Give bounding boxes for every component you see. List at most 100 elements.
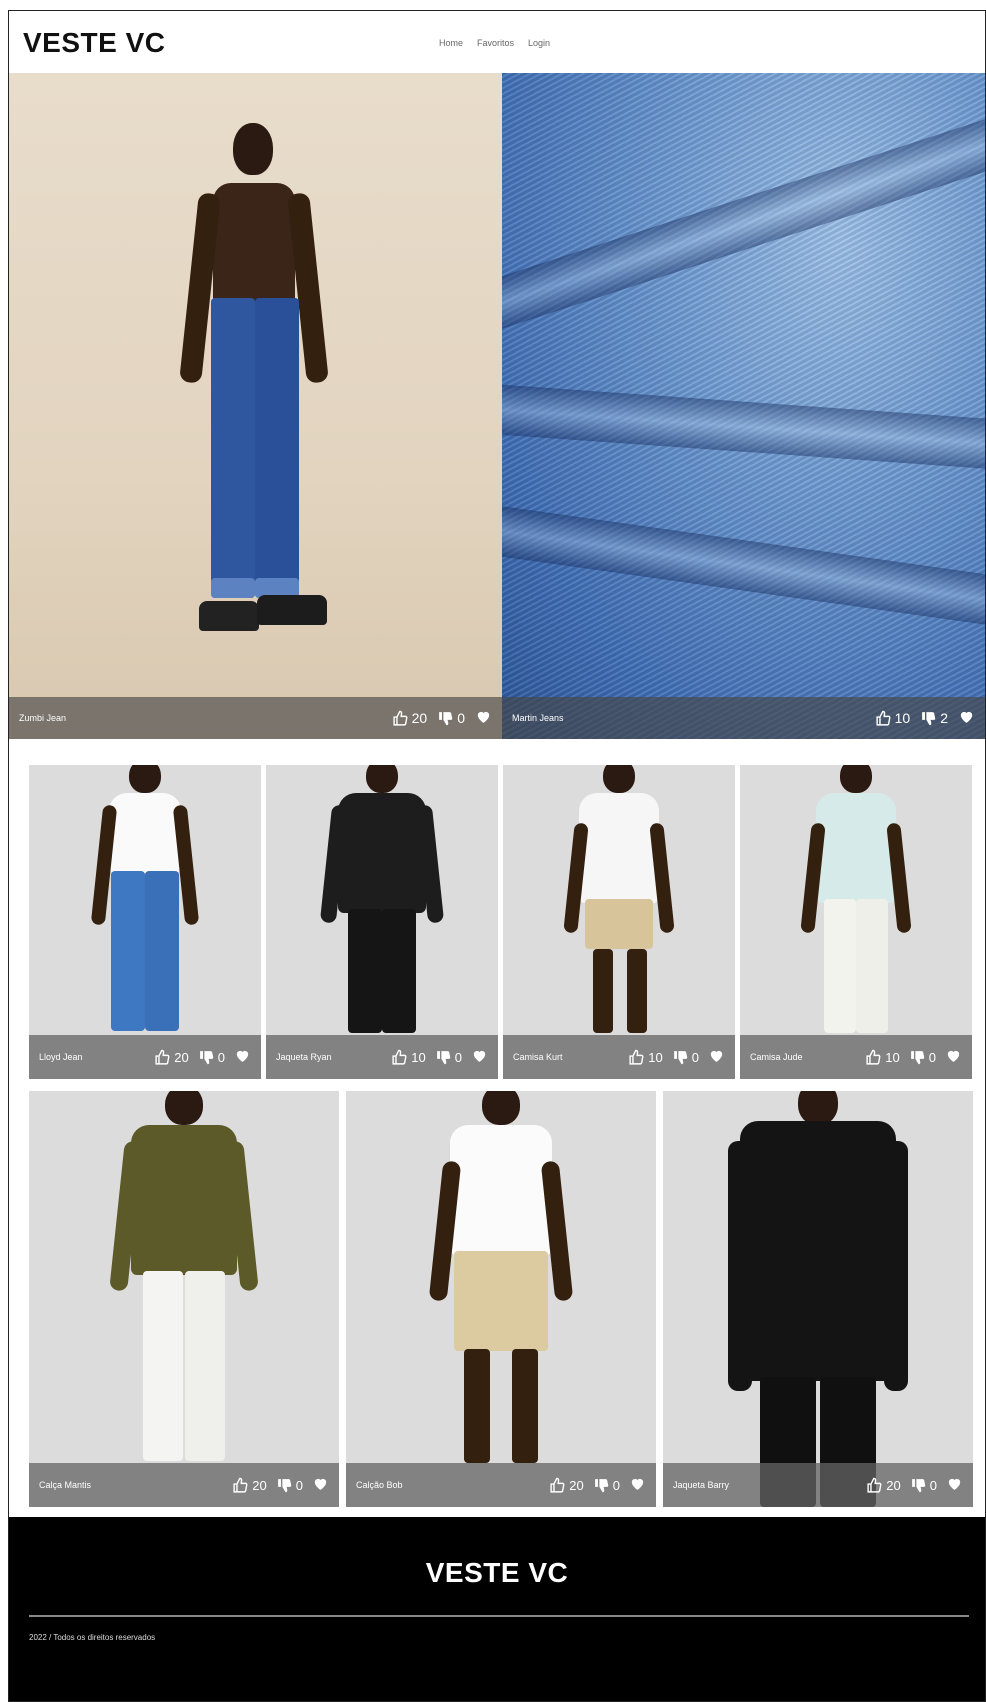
like-count: 20 (411, 710, 428, 726)
product-grid: Lloyd Jean 20 0 Jaqueta Ryan 10 0 Camisa… (9, 739, 985, 1517)
product-caption: Jaqueta Ryan 10 0 (266, 1035, 498, 1079)
nav-home[interactable]: Home (439, 38, 463, 48)
header: VESTE VC Home Favoritos Login (9, 11, 985, 73)
nav-login[interactable]: Login (528, 38, 550, 48)
model-photo (319, 765, 445, 1055)
model-photo (109, 1091, 259, 1481)
hero-caption: Martin Jeans 10 2 (501, 697, 985, 739)
model-photo (90, 765, 200, 1055)
like-count: 10 (648, 1049, 663, 1065)
footer-brand: VESTE VC (425, 1557, 569, 1588)
favorite-button[interactable] (946, 1475, 963, 1495)
favorite-button[interactable] (945, 1047, 962, 1067)
model-photo (428, 1091, 574, 1481)
thumbs-up-icon (393, 710, 408, 726)
product-card-jaqueta-ryan[interactable]: Jaqueta Ryan 10 0 (266, 765, 498, 1079)
thumbs-down-icon (910, 1050, 925, 1064)
product-name: Camisa Jude (750, 1052, 803, 1062)
product-name: Martin Jeans (511, 713, 564, 723)
heart-icon (473, 1050, 486, 1062)
favorite-button[interactable] (629, 1475, 646, 1495)
product-name: Camisa Kurt (513, 1052, 563, 1062)
product-card-calca-mantis[interactable]: Calça Mantis 20 0 (29, 1091, 339, 1507)
like-button[interactable]: 10 (865, 1049, 900, 1066)
like-count: 10 (894, 710, 911, 726)
copyright-text: 2022 / Todos os direitos reservados (29, 1633, 156, 1642)
product-name: Calção Bob (356, 1480, 403, 1490)
dislike-button[interactable]: 0 (437, 710, 465, 727)
thumbs-up-icon (866, 1049, 881, 1065)
model-photo (800, 765, 912, 1055)
thumbs-up-icon (392, 1049, 407, 1065)
like-button[interactable]: 10 (875, 710, 911, 727)
footer: VESTE VC 2022 / Todos os direitos reserv… (9, 1517, 985, 1701)
favorite-button[interactable] (958, 708, 975, 728)
favorite-button[interactable] (708, 1047, 725, 1067)
dislike-button[interactable]: 0 (435, 1049, 462, 1066)
dislike-count: 2 (940, 710, 948, 726)
dislike-button[interactable]: 0 (276, 1477, 303, 1494)
like-count: 20 (174, 1049, 189, 1065)
dislike-count: 0 (928, 1049, 936, 1065)
thumbs-down-icon (594, 1478, 609, 1492)
heart-icon (948, 1478, 961, 1490)
model-photo (728, 1091, 908, 1507)
dislike-button[interactable]: 0 (672, 1049, 699, 1066)
product-name: Lloyd Jean (39, 1052, 83, 1062)
heart-icon (631, 1478, 644, 1490)
product-caption: Jaqueta Barry 20 0 (663, 1463, 973, 1507)
product-card-camisa-kurt[interactable]: Camisa Kurt 10 0 (503, 765, 735, 1079)
heart-icon (236, 1050, 249, 1062)
model-photo (175, 123, 335, 683)
thumbs-up-icon (867, 1477, 882, 1493)
like-button[interactable]: 10 (391, 1049, 426, 1066)
product-name: Jaqueta Ryan (276, 1052, 332, 1062)
thumbs-up-icon (550, 1477, 565, 1493)
like-button[interactable]: 10 (628, 1049, 663, 1066)
footer-divider (29, 1615, 969, 1617)
dislike-count: 0 (295, 1477, 303, 1493)
favorite-button[interactable] (234, 1047, 251, 1067)
thumbs-up-icon (155, 1049, 170, 1065)
product-card-calcao-bob[interactable]: Calção Bob 20 0 (346, 1091, 656, 1507)
like-count: 10 (411, 1049, 426, 1065)
thumbs-up-icon (876, 710, 891, 726)
favorite-button[interactable] (475, 708, 492, 728)
product-card-camisa-jude[interactable]: Camisa Jude 10 0 (740, 765, 972, 1079)
main-nav: Home Favoritos Login (439, 38, 550, 48)
dislike-count: 0 (612, 1477, 620, 1493)
like-button[interactable]: 20 (866, 1477, 901, 1494)
product-name: Zumbi Jean (19, 713, 67, 723)
page: VESTE VC Home Favoritos Login Zumbi Jean… (8, 10, 986, 1702)
product-caption: Calção Bob 20 0 (346, 1463, 656, 1507)
product-caption: Camisa Jude 10 0 (740, 1035, 972, 1079)
thumbs-down-icon (922, 711, 936, 725)
dislike-button[interactable]: 0 (198, 1049, 225, 1066)
favorite-button[interactable] (471, 1047, 488, 1067)
product-card-lloyd-jean[interactable]: Lloyd Jean 20 0 (29, 765, 261, 1079)
like-count: 20 (886, 1477, 901, 1493)
like-button[interactable]: 20 (232, 1477, 267, 1494)
thumbs-up-icon (233, 1477, 248, 1493)
dislike-button[interactable]: 0 (910, 1477, 937, 1494)
dislike-button[interactable]: 0 (593, 1477, 620, 1494)
dislike-button[interactable]: 0 (909, 1049, 936, 1066)
like-count: 20 (569, 1477, 584, 1493)
product-card-jaqueta-barry[interactable]: Jaqueta Barry 20 0 (663, 1091, 973, 1507)
thumbs-down-icon (199, 1050, 214, 1064)
nav-favoritos[interactable]: Favoritos (477, 38, 514, 48)
like-button[interactable]: 20 (392, 710, 428, 727)
favorite-button[interactable] (312, 1475, 329, 1495)
brand-logo[interactable]: VESTE VC (23, 27, 165, 59)
like-button[interactable]: 20 (154, 1049, 189, 1066)
dislike-button[interactable]: 2 (920, 710, 948, 727)
hero-card-zumbi-jean[interactable]: Zumbi Jean 20 0 (9, 73, 502, 739)
heart-icon (314, 1478, 327, 1490)
hero-card-martin-jeans[interactable]: Martin Jeans 10 2 (501, 73, 985, 739)
dislike-count: 0 (691, 1049, 699, 1065)
like-button[interactable]: 20 (549, 1477, 584, 1494)
like-count: 10 (885, 1049, 900, 1065)
heart-icon (477, 711, 490, 723)
dislike-count: 0 (454, 1049, 462, 1065)
product-name: Jaqueta Barry (673, 1480, 730, 1490)
